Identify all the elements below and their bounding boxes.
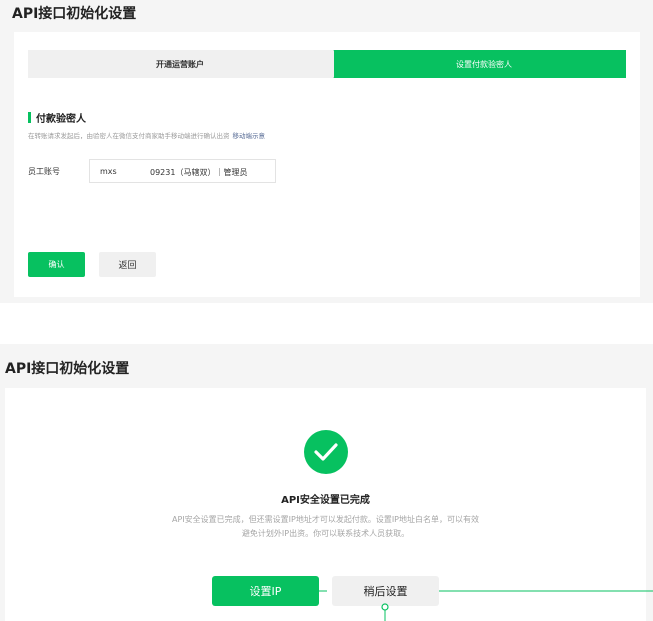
employee-account-label: 员工账号 — [28, 167, 60, 176]
completion-card: API安全设置已完成 API安全设置已完成，但还需设置IP地址才可以发起付款。设… — [5, 388, 646, 621]
back-button[interactable]: 返回 — [99, 252, 156, 277]
settings-card: 开通运营账户 设置付款验密人 付款验密人 在转账请求发起后，由验密人在微信支付商… — [14, 32, 640, 297]
step-progress-bar: 开通运营账户 设置付款验密人 — [28, 50, 626, 78]
completion-description: API安全设置已完成，但还需设置IP地址才可以发起付款。设置IP地址白名单，可以… — [171, 515, 480, 538]
set-later-button[interactable]: 稍后设置 — [332, 576, 439, 606]
section-title: 付款验密人 — [36, 114, 86, 125]
api-init-panel-complete: API接口初始化设置 API安全设置已完成 API安全设置已完成，但还需设置IP… — [0, 344, 653, 621]
step-open-account: 开通运营账户 — [28, 50, 332, 78]
section-description-text: 在转账请求发起后，由验密人在微信支付商家助手移动端进行确认出资 — [28, 132, 230, 140]
step-set-verifier: 设置付款验密人 — [334, 50, 626, 78]
mobile-preview-link[interactable]: 移动端示意 — [233, 132, 266, 140]
section-description: 在转账请求发起后，由验密人在微信支付商家助手移动端进行确认出资 移动端示意 — [28, 130, 265, 140]
employee-account-field[interactable]: mxs 09231（马辖双）｜管理员 — [89, 159, 276, 183]
completion-title: API安全设置已完成 — [281, 495, 370, 506]
section-accent-bar — [28, 112, 31, 123]
page-title: API接口初始化设置 — [5, 361, 130, 377]
check-circle-icon — [304, 430, 348, 474]
confirm-button[interactable]: 确认 — [28, 252, 85, 277]
employee-account-suffix: 09231（马辖双）｜管理员 — [150, 168, 248, 177]
page-title: API接口初始化设置 — [12, 6, 137, 22]
api-init-panel-step2: API接口初始化设置 开通运营账户 设置付款验密人 付款验密人 在转账请求发起后… — [0, 0, 653, 303]
set-ip-button[interactable]: 设置IP — [212, 576, 319, 606]
employee-account-prefix: mxs — [100, 167, 117, 176]
